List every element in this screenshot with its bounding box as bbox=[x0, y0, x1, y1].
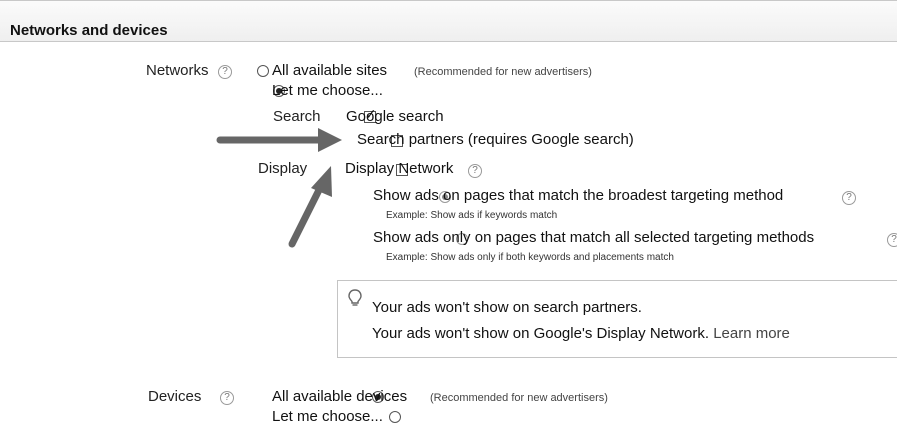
arrow-to-search-partners-icon bbox=[216, 128, 342, 152]
arrow-to-display-network-icon bbox=[288, 166, 332, 248]
annotation-arrows bbox=[216, 128, 342, 248]
